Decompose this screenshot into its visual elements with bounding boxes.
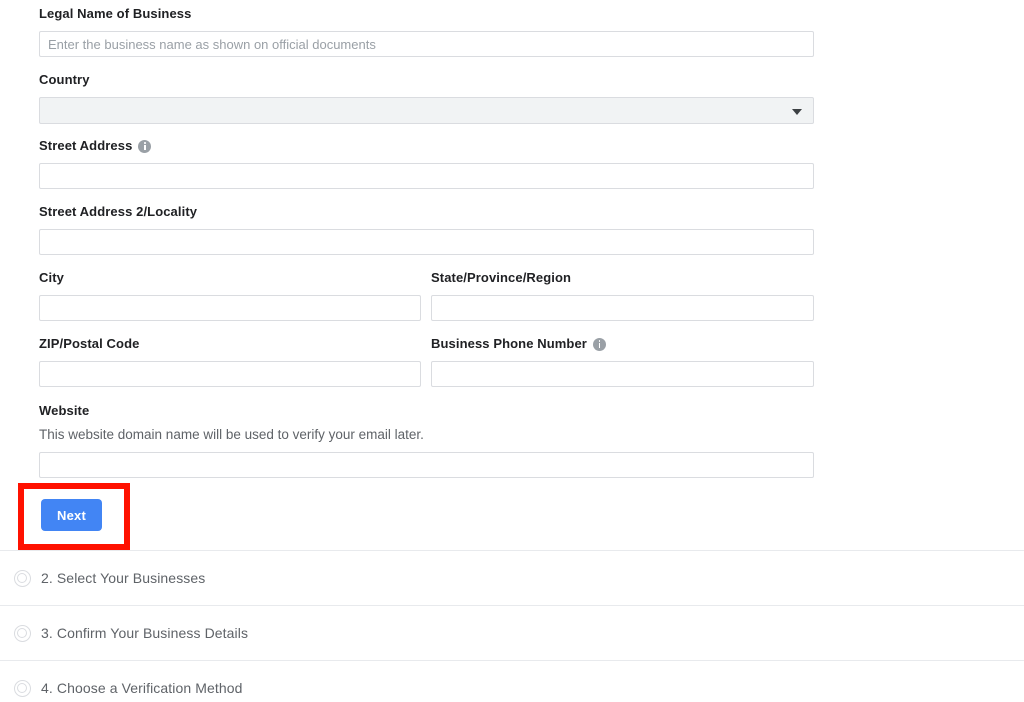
- website-helper-text: This website domain name will be used to…: [39, 426, 814, 443]
- field-city: City: [39, 270, 421, 321]
- zip-label: ZIP/Postal Code: [39, 336, 421, 352]
- zip-label-text: ZIP/Postal Code: [39, 336, 139, 352]
- step-row-4[interactable]: 4. Choose a Verification Method: [0, 660, 1024, 702]
- step-label-4: 4. Choose a Verification Method: [41, 680, 243, 696]
- state-input[interactable]: [431, 295, 814, 321]
- circle-outline-icon: [14, 625, 31, 642]
- field-street-address: Street Address: [39, 138, 814, 189]
- circle-outline-icon: [14, 680, 31, 697]
- zip-input[interactable]: [39, 361, 421, 387]
- website-label-text: Website: [39, 403, 89, 419]
- step-label-2: 2. Select Your Businesses: [41, 570, 205, 586]
- next-button[interactable]: Next: [41, 499, 102, 531]
- country-select-wrapper: [39, 97, 814, 124]
- field-street-address-2: Street Address 2/Locality: [39, 204, 814, 255]
- street-address-label: Street Address: [39, 138, 814, 154]
- circle-outline-icon: [14, 570, 31, 587]
- phone-label-text: Business Phone Number: [431, 336, 587, 352]
- country-label: Country: [39, 72, 814, 88]
- field-state-province-region: State/Province/Region: [431, 270, 814, 321]
- street-address-label-text: Street Address: [39, 138, 132, 154]
- country-select[interactable]: [39, 97, 814, 124]
- state-label: State/Province/Region: [431, 270, 814, 286]
- street-address-input[interactable]: [39, 163, 814, 189]
- legal-name-label: Legal Name of Business: [39, 6, 814, 22]
- field-country: Country: [39, 72, 814, 124]
- legal-name-label-text: Legal Name of Business: [39, 6, 191, 22]
- street-address-2-input[interactable]: [39, 229, 814, 255]
- website-label: Website: [39, 403, 814, 419]
- street-address-2-label: Street Address 2/Locality: [39, 204, 814, 220]
- phone-input[interactable]: [431, 361, 814, 387]
- website-input[interactable]: [39, 452, 814, 478]
- field-business-phone-number: Business Phone Number: [431, 336, 814, 387]
- city-label-text: City: [39, 270, 64, 286]
- step-row-3[interactable]: 3. Confirm Your Business Details: [0, 605, 1024, 660]
- city-label: City: [39, 270, 421, 286]
- field-zip-postal-code: ZIP/Postal Code: [39, 336, 421, 387]
- legal-name-input[interactable]: [39, 31, 814, 57]
- street-address-2-label-text: Street Address 2/Locality: [39, 204, 197, 220]
- business-verification-form-page: Legal Name of Business Country Street Ad…: [0, 0, 1024, 702]
- step-label-3: 3. Confirm Your Business Details: [41, 625, 248, 641]
- step-row-2[interactable]: 2. Select Your Businesses: [0, 550, 1024, 605]
- field-website: Website This website domain name will be…: [39, 403, 814, 478]
- field-legal-name-of-business: Legal Name of Business: [39, 6, 814, 57]
- info-icon[interactable]: [138, 140, 151, 153]
- phone-label: Business Phone Number: [431, 336, 814, 352]
- city-input[interactable]: [39, 295, 421, 321]
- country-label-text: Country: [39, 72, 90, 88]
- state-label-text: State/Province/Region: [431, 270, 571, 286]
- info-icon[interactable]: [593, 338, 606, 351]
